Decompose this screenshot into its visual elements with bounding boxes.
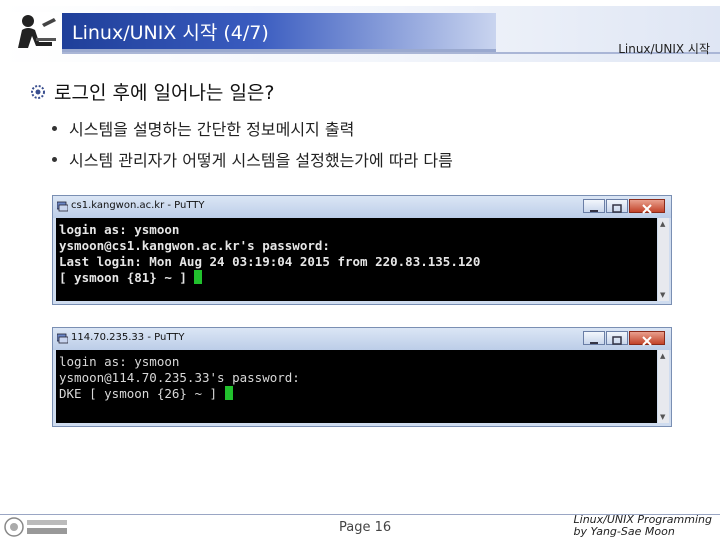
- window-titlebar[interactable]: cs1.kangwon.ac.kr - PuTTY: [53, 196, 671, 218]
- terminal-prompt: DKE [ ysmoon {26} ~ ]: [59, 386, 225, 401]
- sub-bullet-text: 시스템을 설명하는 간단한 정보메시지 출력: [69, 120, 355, 139]
- vertical-scrollbar[interactable]: ▲ ▼: [658, 350, 669, 423]
- terminal-output[interactable]: login as: ysmoon ysmoon@cs1.kangwon.ac.k…: [56, 218, 657, 301]
- terminal-prompt: [ ysmoon {81} ~ ]: [59, 270, 195, 285]
- course-credit: Linux/UNIX Programming by Yang-Sae Moon: [574, 514, 712, 538]
- minimize-icon: [590, 342, 598, 344]
- maximize-icon: [612, 204, 622, 213]
- section-label: Linux/UNIX 시작: [618, 42, 710, 56]
- putty-icon: [57, 333, 68, 344]
- person-at-desk-icon: [8, 12, 60, 50]
- maximize-button[interactable]: [606, 331, 628, 345]
- terminal-cursor: [224, 386, 233, 400]
- window-title: 114.70.235.33 - PuTTY: [71, 332, 185, 343]
- main-bullet: 로그인 후에 일어나는 일은?: [30, 78, 274, 105]
- close-button[interactable]: [629, 331, 665, 346]
- dot-icon: [52, 125, 57, 131]
- scroll-down-icon[interactable]: ▼: [660, 291, 665, 299]
- dot-icon: [52, 156, 57, 162]
- terminal-prompt-line: DKE [ ysmoon {26} ~ ]: [59, 386, 654, 402]
- putty-icon: [57, 201, 68, 212]
- vertical-scrollbar[interactable]: ▲ ▼: [658, 218, 669, 301]
- close-button[interactable]: [629, 199, 665, 214]
- x-icon: [642, 336, 652, 346]
- page-number: Page 16: [339, 520, 392, 535]
- window-title: cs1.kangwon.ac.kr - PuTTY: [71, 200, 205, 211]
- maximize-icon: [612, 336, 622, 345]
- terminal-cursor: [194, 270, 203, 284]
- scroll-down-icon[interactable]: ▼: [660, 413, 665, 421]
- page-title: Linux/UNIX 시작 (4/7): [72, 22, 269, 44]
- putty-window-2[interactable]: 114.70.235.33 - PuTTY login as: ysmoon y…: [52, 327, 672, 427]
- sub-bullet-1: 시스템을 설명하는 간단한 정보메시지 출력: [52, 116, 354, 140]
- maximize-button[interactable]: [606, 199, 628, 213]
- terminal-output[interactable]: login as: ysmoon ysmoon@114.70.235.33's …: [56, 350, 657, 423]
- terminal-line: ysmoon@cs1.kangwon.ac.kr's password:: [59, 238, 330, 253]
- terminal-line: login as: ysmoon: [59, 354, 180, 369]
- university-logo-icon: [4, 517, 67, 537]
- putty-window-1[interactable]: cs1.kangwon.ac.kr - PuTTY login as: ysmo…: [52, 195, 672, 305]
- title-banner: Linux/UNIX 시작 (4/7): [62, 13, 496, 52]
- minimize-button[interactable]: [583, 331, 605, 345]
- terminal-line: ysmoon@114.70.235.33's password:: [59, 370, 300, 385]
- sub-bullet-2: 시스템 관리자가 어떻게 시스템을 설정했는가에 따라 다름: [52, 147, 453, 171]
- x-icon: [642, 204, 652, 214]
- scroll-up-icon[interactable]: ▲: [660, 352, 665, 360]
- window-titlebar[interactable]: 114.70.235.33 - PuTTY: [53, 328, 671, 350]
- course-author: by Yang-Sae Moon: [573, 525, 675, 538]
- gear-bullet-icon: [31, 84, 45, 99]
- terminal-line: login as: ysmoon: [59, 222, 180, 237]
- minimize-icon: [590, 210, 598, 212]
- terminal-line: Last login: Mon Aug 24 03:19:04 2015 fro…: [59, 254, 481, 269]
- scroll-up-icon[interactable]: ▲: [660, 220, 665, 228]
- main-bullet-text: 로그인 후에 일어나는 일은?: [54, 82, 275, 104]
- sub-bullet-text: 시스템 관리자가 어떻게 시스템을 설정했는가에 따라 다름: [69, 151, 453, 170]
- terminal-prompt-line: [ ysmoon {81} ~ ]: [59, 270, 654, 286]
- minimize-button[interactable]: [583, 199, 605, 213]
